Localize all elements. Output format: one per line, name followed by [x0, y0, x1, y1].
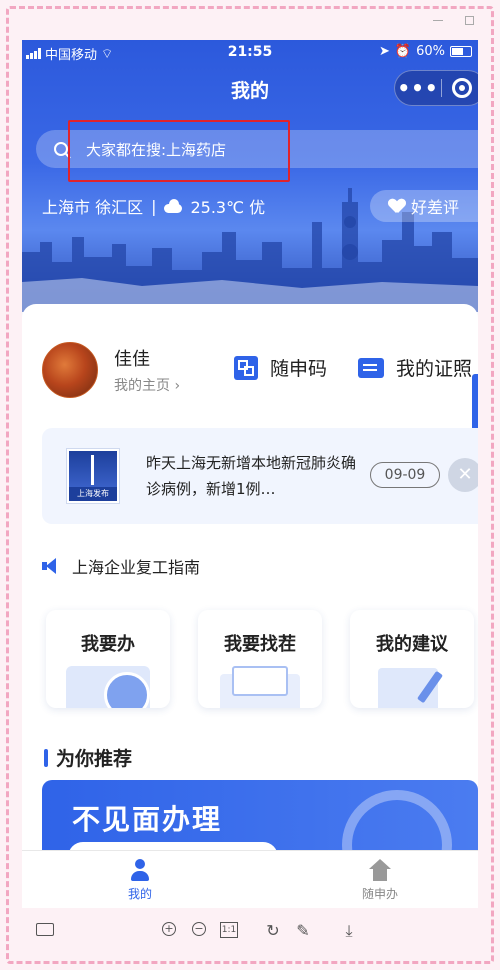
- weather-info: 上海市 徐汇区 | 25.3℃ 优: [42, 194, 265, 218]
- qr-code-icon: [234, 355, 258, 380]
- news-headline: 昨天上海无新增本地新冠肺炎确诊病例，新增1例…: [146, 454, 357, 498]
- highlight-annotation-box: [68, 120, 290, 182]
- alarm-icon: ⏰: [394, 44, 412, 59]
- tile-complaint[interactable]: 我要找茬: [198, 610, 322, 708]
- temperature-text: 25.3℃ 优: [190, 198, 266, 217]
- search-icon: [54, 142, 68, 156]
- rate-button-label: 好差评: [410, 198, 459, 217]
- speaker-icon: [42, 558, 58, 574]
- tile-suggestion[interactable]: 我的建议: [350, 610, 474, 708]
- minimize-icon[interactable]: [433, 20, 443, 21]
- tab-label: 我的: [127, 887, 152, 901]
- homepage-link[interactable]: 我的主页 ›: [114, 375, 180, 395]
- recommend-header: 为你推荐: [44, 744, 132, 771]
- banner-title: 不见面办理: [72, 803, 223, 836]
- main-content: 佳佳 我的主页 › 随申码 我的证照 上海发布 昨天上海无新增本地新冠肺炎确诊病…: [22, 304, 478, 880]
- news-source-name: 上海发布: [69, 487, 117, 501]
- quick-action-label: 随申码: [270, 358, 328, 380]
- letter-icon: [232, 666, 288, 696]
- close-icon[interactable]: ✕: [448, 458, 478, 492]
- user-profile[interactable]: 佳佳 我的主页 ›: [42, 342, 180, 398]
- viewer-toolbar: + − 1:1 ↻ ✎ ⤓: [22, 912, 478, 952]
- tile-label: 我的建议: [376, 634, 448, 655]
- quick-action-certificates[interactable]: 我的证照: [358, 354, 472, 381]
- id-card-icon: [358, 357, 384, 378]
- close-program-icon[interactable]: [452, 78, 472, 98]
- maximize-icon[interactable]: [465, 16, 474, 25]
- header-banner: 中国移动 ⌔ 21:55 ➤ ⏰ 60% 我的 ••• 大家都在搜:上海药店 上…: [22, 40, 478, 312]
- quick-action-health-code[interactable]: 随申码: [234, 354, 327, 381]
- tab-mine[interactable]: 我的: [90, 859, 190, 902]
- announcement-label: 上海企业复工指南: [72, 558, 201, 577]
- rate-button[interactable]: 好差评: [370, 190, 478, 222]
- location-text: 上海市 徐汇区: [42, 198, 144, 217]
- edit-icon[interactable]: ✎: [294, 922, 312, 940]
- battery-percent: 60%: [416, 44, 445, 59]
- location-icon: ➤: [379, 44, 390, 59]
- monitor-icon[interactable]: [36, 923, 54, 936]
- cloud-icon: [164, 199, 183, 213]
- phone-screen: 中国移动 ⌔ 21:55 ➤ ⏰ 60% 我的 ••• 大家都在搜:上海药店 上…: [22, 40, 478, 908]
- tile-label: 我要办: [81, 634, 135, 655]
- heart-icon: [389, 199, 405, 214]
- tab-suishenban[interactable]: 随申办: [330, 859, 430, 902]
- user-name: 佳佳: [114, 349, 150, 370]
- zoom-in-icon[interactable]: +: [162, 922, 176, 936]
- recommend-title: 为你推荐: [56, 748, 133, 770]
- battery-icon: [450, 46, 472, 57]
- announcement-row[interactable]: 上海企业复工指南: [42, 554, 200, 578]
- status-bar: 中国移动 ⌔ 21:55 ➤ ⏰ 60%: [22, 42, 478, 64]
- more-menu-icon[interactable]: •••: [395, 78, 441, 98]
- tab-bar: 我的 随申办: [22, 850, 478, 908]
- news-source-logo: 上海发布: [66, 448, 120, 504]
- avatar[interactable]: [42, 342, 98, 398]
- tile-label: 我要找茬: [224, 634, 296, 655]
- home-icon: [369, 859, 391, 881]
- actual-size-icon[interactable]: 1:1: [220, 922, 238, 938]
- capsule-divider: [441, 79, 442, 97]
- rotate-icon[interactable]: ↻: [264, 922, 282, 940]
- mini-program-capsule[interactable]: •••: [394, 70, 478, 106]
- tile-apply[interactable]: 我要办: [46, 610, 170, 708]
- person-icon: [129, 859, 151, 881]
- download-icon[interactable]: ⤓: [340, 922, 358, 940]
- news-date-badge: 09-09: [370, 462, 440, 488]
- service-tiles: 我要办 我要找茬 我的建议: [46, 610, 478, 710]
- weather-divider: |: [151, 196, 157, 216]
- tab-label: 随申办: [361, 887, 398, 901]
- zoom-out-icon[interactable]: −: [192, 922, 206, 936]
- section-marker: [44, 748, 48, 767]
- news-card[interactable]: 上海发布 昨天上海无新增本地新冠肺炎确诊病例，新增1例… 09-09 ✕: [42, 428, 478, 524]
- window-controls: [433, 12, 474, 25]
- quick-action-label: 我的证照: [396, 358, 473, 380]
